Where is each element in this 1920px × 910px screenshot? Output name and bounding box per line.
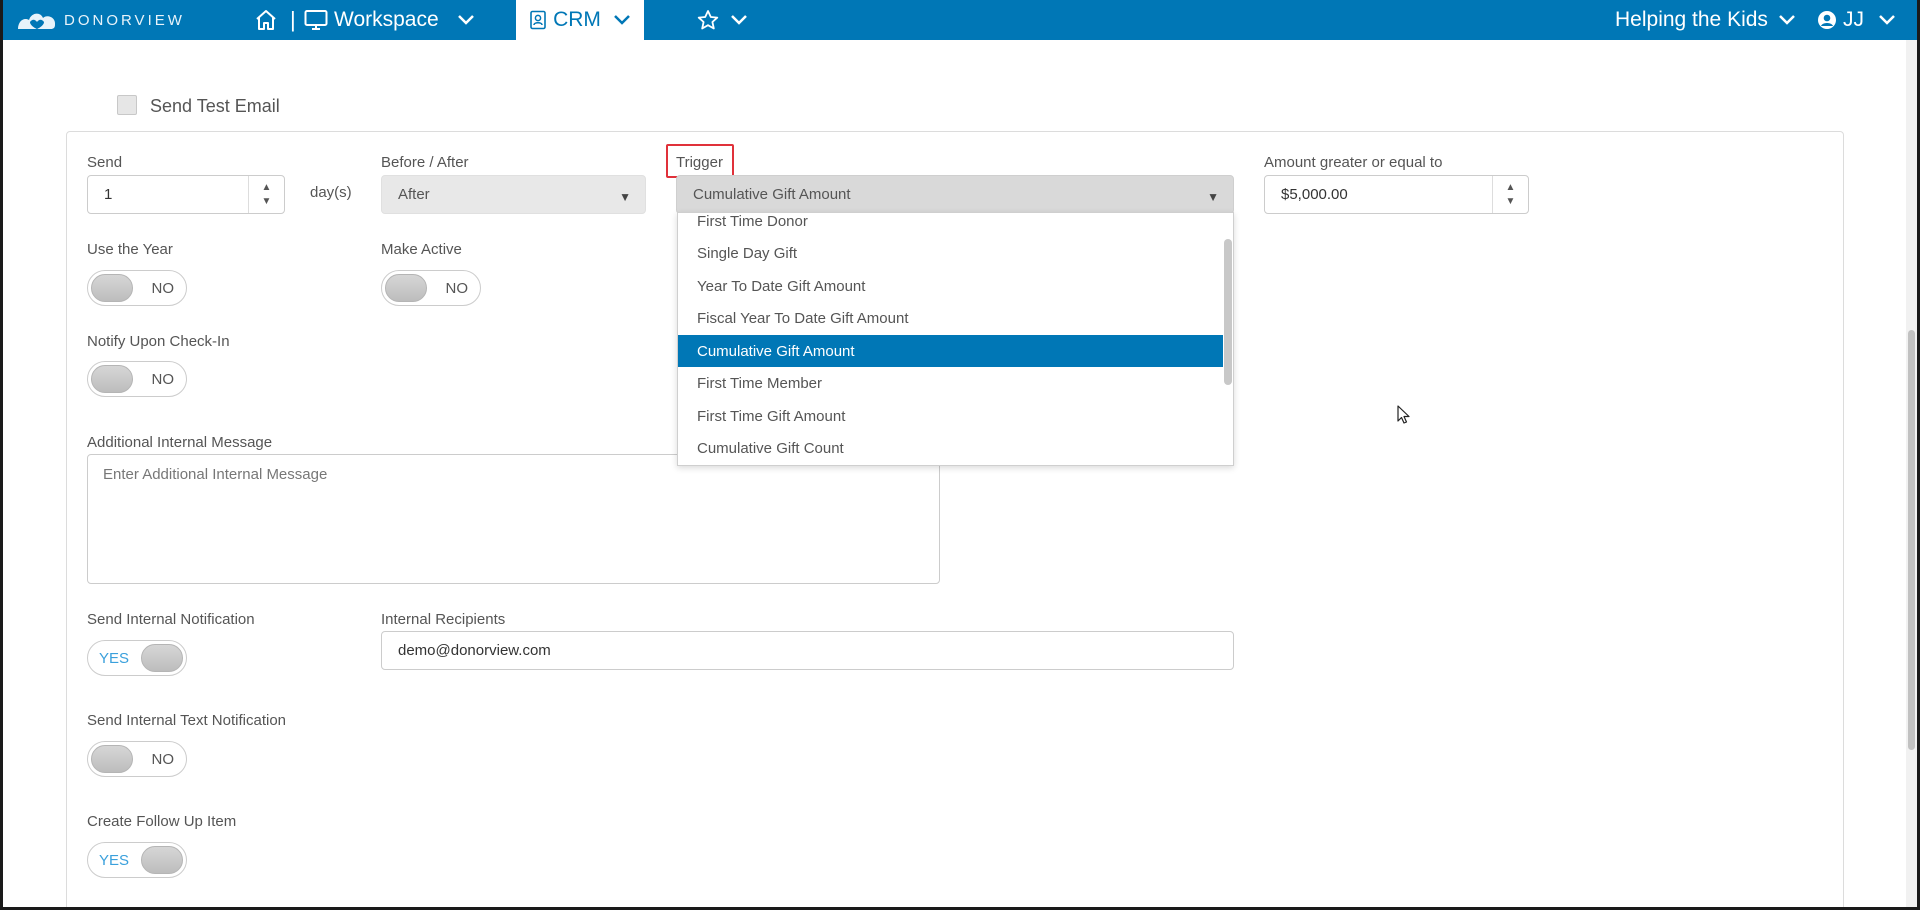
internal-recipients-input[interactable]: demo@donorview.com <box>381 631 1234 670</box>
use-year-label: Use the Year <box>87 241 173 258</box>
send-internal-toggle[interactable]: YES <box>87 640 187 676</box>
dropdown-option[interactable]: First Time Gift Amount <box>678 400 1223 432</box>
send-label: Send <box>87 154 123 171</box>
internal-recipients-value: demo@donorview.com <box>398 642 551 659</box>
donorview-logo[interactable]: DONORVIEW <box>16 8 185 32</box>
organization-menu[interactable]: Helping the Kids <box>1615 0 1796 40</box>
crm-label: CRM <box>553 8 601 31</box>
amount-label: Amount greater or equal to <box>1264 154 1443 171</box>
toggle-state: NO <box>151 371 175 388</box>
user-menu[interactable]: JJ <box>1817 0 1896 40</box>
before-after-select[interactable]: After ▼ <box>381 175 646 214</box>
page-scrollbar-thumb[interactable] <box>1908 330 1915 750</box>
dropdown-scrollbar[interactable] <box>1224 239 1232 385</box>
toggle-state: NO <box>151 280 175 297</box>
toggle-state: YES <box>99 650 130 667</box>
dropdown-option-selected[interactable]: Cumulative Gift Amount <box>678 335 1223 367</box>
before-after-value: After <box>398 186 430 203</box>
trigger-select[interactable]: Cumulative Gift Amount ▼ <box>676 175 1234 214</box>
chevron-down-icon <box>1879 15 1895 25</box>
send-days-stepper[interactable]: ▲ ▼ <box>248 176 284 213</box>
amount-stepper[interactable]: ▲ ▼ <box>1492 176 1528 213</box>
dropdown-option[interactable]: Year To Date Gift Amount <box>678 270 1223 302</box>
nav-separator: | <box>290 7 296 32</box>
caret-down-icon: ▼ <box>619 190 631 204</box>
favorites-menu[interactable] <box>696 0 748 40</box>
send-internal-label: Send Internal Notification <box>87 611 255 628</box>
crm-menu[interactable]: CRM <box>516 0 644 40</box>
spin-down-icon[interactable]: ▼ <box>1506 196 1516 207</box>
follow-up-label: Create Follow Up Item <box>87 813 237 830</box>
toggle-state: NO <box>445 280 469 297</box>
chevron-down-icon <box>457 15 474 25</box>
send-text-label: Send Internal Text Notification <box>87 712 287 729</box>
workspace-menu[interactable]: Workspace <box>304 0 475 40</box>
toggle-knob <box>91 745 133 773</box>
contact-card-icon <box>530 10 546 30</box>
send-text-toggle[interactable]: NO <box>87 741 187 777</box>
amount-value: $5,000.00 <box>1281 186 1348 203</box>
workspace-label: Workspace <box>334 8 439 31</box>
amount-input[interactable]: $5,000.00 ▲ ▼ <box>1264 175 1529 214</box>
toggle-knob <box>91 274 133 302</box>
send-test-email-checkbox[interactable] <box>117 95 137 115</box>
dropdown-option[interactable]: Cumulative Gift Count <box>678 432 1223 464</box>
before-after-label: Before / After <box>381 154 469 171</box>
spin-down-icon[interactable]: ▼ <box>262 196 272 207</box>
make-active-label: Make Active <box>381 241 462 258</box>
follow-up-toggle[interactable]: YES <box>87 842 187 878</box>
toggle-knob <box>91 365 133 393</box>
organization-label: Helping the Kids <box>1615 8 1768 31</box>
notify-checkin-label: Notify Upon Check-In <box>87 333 230 350</box>
spin-up-icon[interactable]: ▲ <box>262 182 272 193</box>
send-days-input[interactable]: 1 ▲ ▼ <box>87 175 285 214</box>
top-navigation-bar: DONORVIEW | Workspace CRM Helping the Ki… <box>0 0 1920 40</box>
make-active-toggle[interactable]: NO <box>381 270 481 306</box>
toggle-state: NO <box>151 751 175 768</box>
send-days-value: 1 <box>104 186 113 203</box>
monitor-icon <box>304 10 328 30</box>
spin-up-icon[interactable]: ▲ <box>1506 182 1516 193</box>
toggle-state: YES <box>99 852 130 869</box>
toggle-knob <box>141 846 183 874</box>
trigger-value: Cumulative Gift Amount <box>693 186 851 203</box>
home-icon <box>256 10 276 30</box>
use-year-toggle[interactable]: NO <box>87 270 187 306</box>
star-icon <box>697 10 719 30</box>
additional-message-label: Additional Internal Message <box>87 434 273 451</box>
trigger-highlight-box <box>666 144 734 178</box>
user-avatar-icon <box>1818 11 1836 29</box>
days-suffix: day(s) <box>310 184 352 201</box>
chevron-down-icon <box>731 15 747 25</box>
donorview-logo-icon <box>18 13 56 29</box>
internal-recipients-label: Internal Recipients <box>381 611 506 628</box>
dropdown-option[interactable]: Single Day Gift <box>678 237 1223 269</box>
user-initials: JJ <box>1843 8 1864 31</box>
trigger-dropdown-list[interactable]: First Time Donor Single Day Gift Year To… <box>677 212 1234 466</box>
dropdown-option[interactable]: First Time Donor <box>678 213 1223 237</box>
chevron-down-icon <box>614 15 630 25</box>
additional-message-textarea[interactable]: Enter Additional Internal Message <box>87 454 940 584</box>
send-test-email-label: Send Test Email <box>150 96 280 116</box>
chevron-down-icon <box>1779 15 1795 25</box>
toggle-knob <box>385 274 427 302</box>
dropdown-option[interactable]: First Time Member <box>678 367 1223 399</box>
logo-text: DONORVIEW <box>64 11 185 29</box>
mouse-cursor-icon <box>1397 405 1410 424</box>
caret-down-icon: ▼ <box>1207 190 1219 204</box>
additional-message-placeholder: Enter Additional Internal Message <box>103 466 328 483</box>
page-scrollbar[interactable] <box>1906 40 1917 910</box>
notify-checkin-toggle[interactable]: NO <box>87 361 187 397</box>
toggle-knob <box>141 644 183 672</box>
home-button[interactable] <box>254 0 278 40</box>
dropdown-option[interactable]: Fiscal Year To Date Gift Amount <box>678 302 1223 334</box>
